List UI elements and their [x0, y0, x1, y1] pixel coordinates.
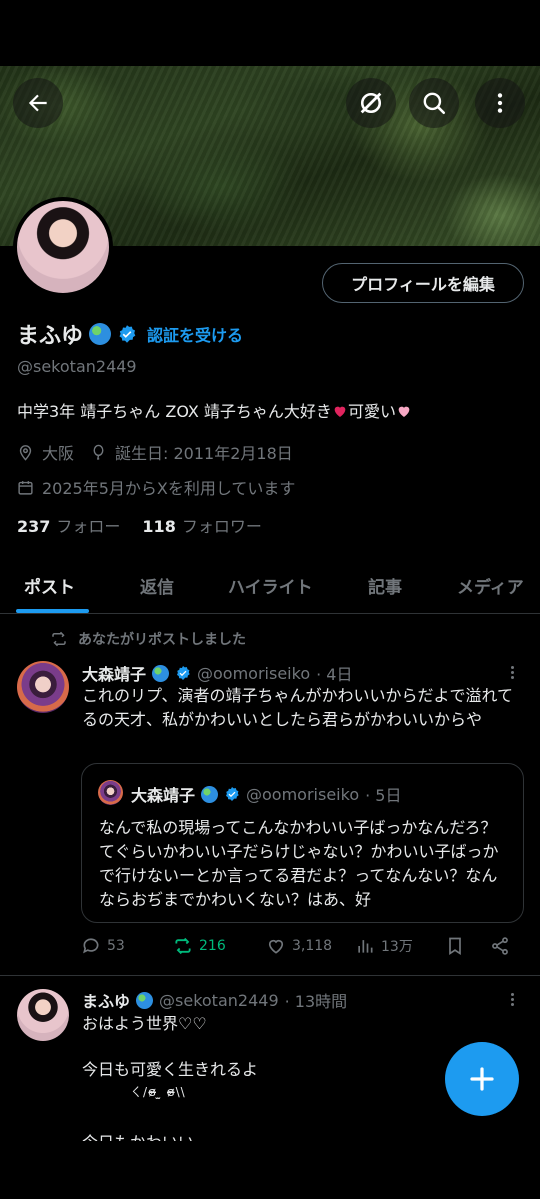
quoted-author-name: 大森靖子 — [131, 786, 196, 805]
bio-text-tail: 可愛い — [347, 402, 396, 421]
followers-link[interactable]: 118 フォロワー — [142, 513, 261, 537]
post-divider — [0, 975, 540, 976]
post-avatar[interactable] — [17, 989, 69, 1041]
post-header: 大森靖子 @oomoriseiko · 4日 — [82, 661, 352, 685]
verified-badge-icon — [226, 787, 239, 801]
profile-name: まふゆ — [17, 324, 84, 349]
verified-badge-icon — [119, 325, 136, 343]
tab-articles[interactable]: 記事 — [368, 573, 402, 598]
tab-posts[interactable]: ポスト — [24, 573, 75, 598]
balloon-icon — [93, 444, 104, 460]
active-tab-indicator — [16, 609, 89, 613]
back-button[interactable] — [13, 78, 63, 128]
reply-icon — [83, 938, 99, 954]
profile-handle: @sekotan2449 — [17, 357, 137, 376]
profile-bio: 中学3年 靖子ちゃん ZOX 靖子ちゃん大好き 可愛い — [17, 398, 412, 422]
location-pin-icon — [19, 444, 32, 461]
tab-media[interactable]: メディア — [457, 573, 524, 598]
quoted-post-header: 大森靖子 @oomoriseiko · 5日 — [131, 782, 401, 806]
bio-text: 中学3年 靖子ちゃん ZOX 靖子ちゃん大好き — [17, 402, 332, 421]
search-button[interactable] — [409, 78, 459, 128]
birthday-text: 誕生日: 2011年2月18日 — [115, 444, 293, 463]
post-author-name[interactable]: まふゆ — [82, 988, 130, 1012]
more-options-button[interactable] — [475, 78, 525, 128]
post-text-line-2: 今日も可愛く生きれるよ — [82, 1060, 259, 1079]
quoted-post[interactable]: 大森靖子 @oomoriseiko · 5日 なんで私の現場ってこんなかわいい子… — [81, 763, 524, 923]
heart-icon — [268, 939, 284, 954]
globe-emoji-icon — [152, 664, 170, 682]
search-icon — [423, 92, 446, 115]
followers-count: 118 — [142, 517, 176, 536]
edit-profile-button[interactable]: プロフィールを編集 — [322, 263, 524, 303]
post-more-button[interactable] — [511, 664, 515, 681]
pink-heart-icon — [398, 406, 410, 417]
reply-count: 53 — [107, 938, 125, 954]
following-count: 237 — [17, 517, 51, 536]
share-button[interactable] — [490, 936, 510, 956]
post-text-line-3: 今日もかわいい — [82, 1131, 262, 1141]
tab-highlights[interactable]: ハイライト — [228, 573, 313, 598]
verified-badge-icon — [177, 666, 190, 680]
reply-button[interactable]: 53 — [81, 936, 125, 956]
repost-button[interactable]: 216 — [173, 936, 226, 956]
followers-label: フォロワー — [181, 517, 262, 536]
post-text: これのリプ、演者の靖子ちゃんがかわいいからだよで溢れてるの天才、私がかわいいとし… — [82, 686, 514, 729]
share-icon — [492, 937, 508, 955]
arrow-left-icon — [28, 94, 47, 112]
plus-icon — [470, 1067, 494, 1091]
bookmark-button[interactable] — [445, 936, 465, 956]
compose-post-button[interactable] — [445, 1042, 519, 1116]
globe-emoji-icon — [136, 991, 154, 1009]
profile-name-row: まふゆ 認証を受ける — [17, 318, 243, 350]
following-label: フォロー — [56, 517, 121, 536]
quoted-author-handle: @oomoriseiko — [246, 784, 360, 804]
location-text: 大阪 — [42, 444, 75, 463]
repost-indicator: あなたがリポストしました — [50, 629, 246, 649]
post-author-handle[interactable]: @oomoriseiko — [197, 664, 310, 683]
bookmark-icon — [449, 937, 461, 956]
post-time[interactable]: · 13時間 — [285, 988, 348, 1012]
calendar-icon — [18, 480, 33, 495]
tab-replies[interactable]: 返信 — [140, 573, 174, 598]
joined-text: 2025年5月からXを利用しています — [42, 479, 296, 498]
views-count: 13万 — [381, 939, 413, 955]
post-avatar[interactable] — [17, 661, 69, 713]
post-text-line-1: おはよう世界♡♡ — [82, 1014, 207, 1033]
post-actions: 53 216 3,118 13万 — [81, 936, 521, 962]
quoted-post-avatar — [98, 780, 123, 805]
post-time[interactable]: · 4日 — [316, 661, 352, 685]
location-birthday-row: 大阪 誕生日: 2011年2月18日 — [17, 440, 293, 464]
following-link[interactable]: 237 フォロー — [17, 513, 120, 537]
status-bar — [0, 0, 540, 66]
get-verified-link[interactable]: 認証を受ける — [147, 322, 243, 346]
joined-row: 2025年5月からXを利用しています — [17, 475, 295, 499]
quoted-post-text: なんで私の現場ってこんなかわいい子ばっかなんだろ？てぐらいかわいい子だらけじゃな… — [99, 818, 499, 909]
red-heart-icon — [334, 406, 346, 417]
repost-label: あなたがリポストしました — [78, 632, 246, 648]
views-chart-icon — [358, 940, 373, 953]
profile-avatar[interactable] — [13, 197, 113, 297]
more-vertical-icon — [497, 93, 503, 113]
repost-icon — [175, 937, 191, 955]
repost-count: 216 — [199, 938, 226, 954]
globe-emoji-icon — [89, 323, 112, 345]
like-count: 3,118 — [292, 938, 333, 954]
repost-icon — [52, 631, 66, 647]
views-button[interactable]: 13万 — [355, 936, 413, 956]
quoted-post-time: · 5日 — [365, 786, 402, 805]
follow-stats: 237 フォロー 118 フォロワー — [17, 513, 262, 537]
grok-button[interactable] — [346, 78, 396, 128]
post-author-name[interactable]: 大森靖子 — [82, 661, 146, 685]
post-kaomoji: ㄑ/ɞ̴̶̷ ̫ ɞ̴̶̷\\ — [130, 1085, 186, 1099]
post-more-button[interactable] — [511, 991, 515, 1008]
post-author-handle[interactable]: @sekotan2449 — [159, 991, 279, 1010]
like-button[interactable]: 3,118 — [266, 936, 332, 956]
globe-emoji-icon — [201, 785, 219, 803]
post-header: まふゆ @sekotan2449 · 13時間 — [82, 988, 347, 1012]
grok-icon — [360, 92, 382, 114]
profile-tabs: ポスト 返信 ハイライト 記事 メディア — [0, 560, 540, 614]
